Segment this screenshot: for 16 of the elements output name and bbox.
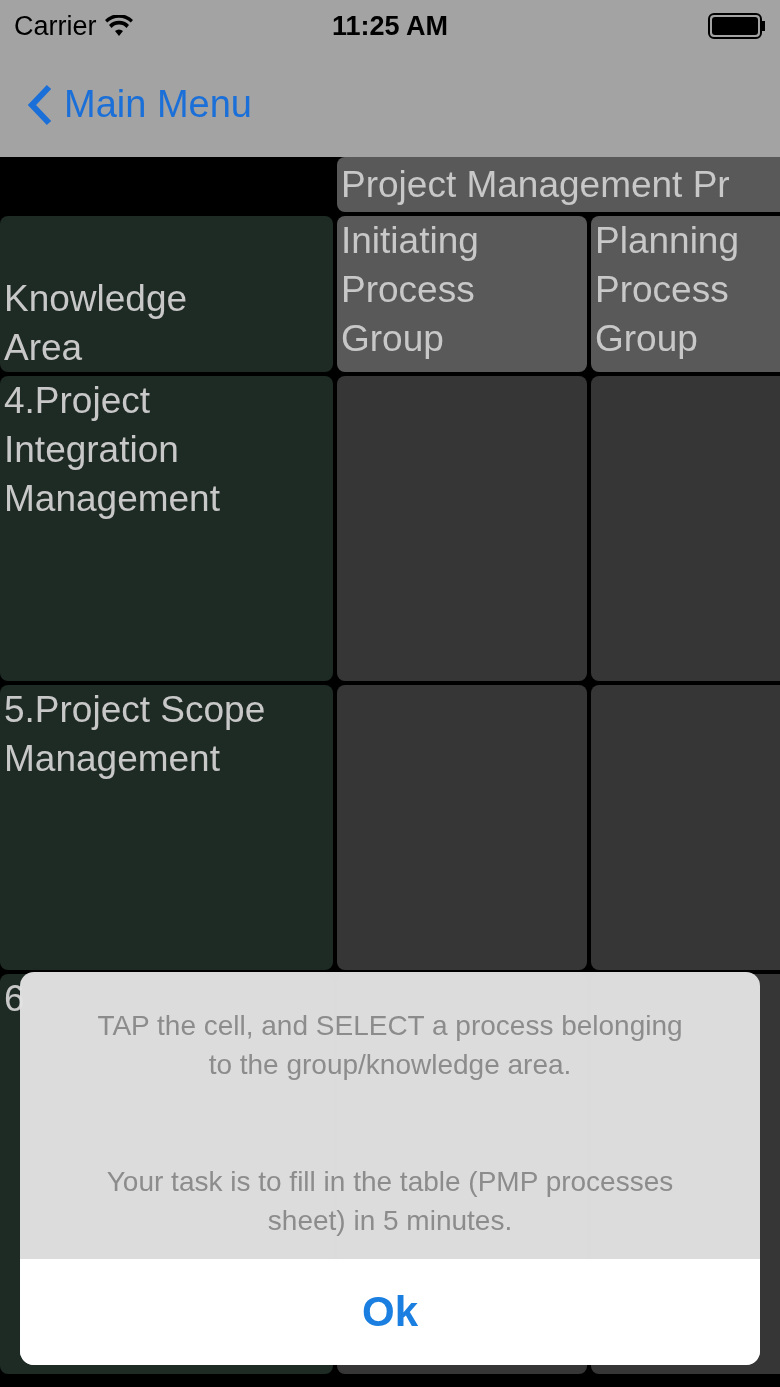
row-header: 4.Project Integration Management <box>0 376 333 681</box>
column-header: Planning Process Group <box>591 216 780 372</box>
wifi-icon <box>104 15 133 37</box>
ok-button[interactable]: Ok <box>20 1259 760 1365</box>
clock-time: 11:25 AM <box>331 10 449 42</box>
table-cell[interactable] <box>337 376 587 681</box>
table-cell[interactable] <box>591 376 780 681</box>
table-cell[interactable] <box>337 685 587 970</box>
table-cell[interactable] <box>591 685 780 970</box>
battery-icon <box>708 13 766 39</box>
row-header: 5.Project Scope Management <box>0 685 333 970</box>
column-header: Knowledge Area <box>0 216 333 372</box>
carrier-name: Carrier <box>14 10 97 42</box>
chevron-left-icon <box>28 83 52 126</box>
group-header: Project Management Pr <box>337 157 780 212</box>
column-header: Initiating Process Group <box>337 216 587 372</box>
